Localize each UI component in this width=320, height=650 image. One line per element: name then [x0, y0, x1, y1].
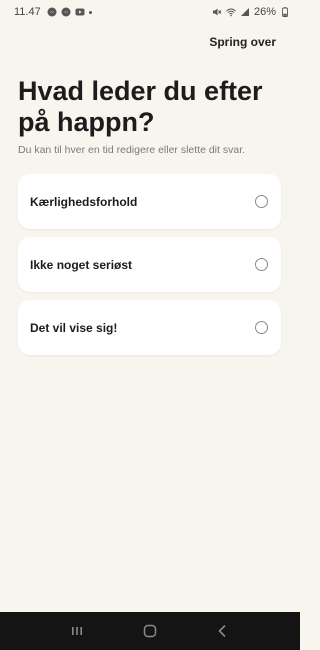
home-button[interactable]	[138, 619, 162, 643]
youtube-icon	[75, 7, 85, 17]
recent-apps-icon	[71, 627, 82, 635]
navigation-bar	[0, 612, 300, 650]
option-label: Det vil vise sig!	[30, 320, 118, 335]
wifi-icon	[226, 7, 236, 17]
status-time: 11.47	[14, 6, 41, 18]
skip-button[interactable]: Spring over	[209, 35, 276, 49]
radio-button[interactable]	[255, 321, 268, 334]
options-list: Kærlighedsforhold Ikke noget seriøst Det…	[18, 174, 281, 363]
option-label: Ikke noget seriøst	[30, 257, 133, 272]
status-left: 11.47	[14, 6, 92, 18]
recent-apps-button[interactable]	[65, 619, 89, 643]
mute-icon	[212, 7, 222, 17]
option-we-will-see[interactable]: Det vil vise sig!	[18, 300, 281, 355]
status-right: 26%	[212, 6, 290, 18]
back-button[interactable]	[211, 619, 235, 643]
messenger-icon	[61, 7, 71, 17]
radio-button[interactable]	[255, 258, 268, 271]
page-title: Hvad leder du efter på happn?	[18, 76, 263, 137]
home-icon	[143, 624, 157, 638]
option-relationship[interactable]: Kærlighedsforhold	[18, 174, 281, 229]
back-icon	[218, 624, 226, 638]
signal-icon	[240, 7, 250, 17]
notification-dot	[88, 10, 92, 14]
page-subtitle: Du kan til hver en tid redigere eller sl…	[18, 144, 246, 156]
messenger-icon	[47, 7, 57, 17]
battery-level: 26%	[253, 6, 276, 18]
radio-button[interactable]	[255, 195, 268, 208]
option-nothing-serious[interactable]: Ikke noget seriøst	[18, 237, 281, 292]
battery-icon	[280, 7, 290, 17]
status-bar: 11.47 26%	[0, 0, 300, 24]
option-label: Kærlighedsforhold	[30, 194, 138, 209]
